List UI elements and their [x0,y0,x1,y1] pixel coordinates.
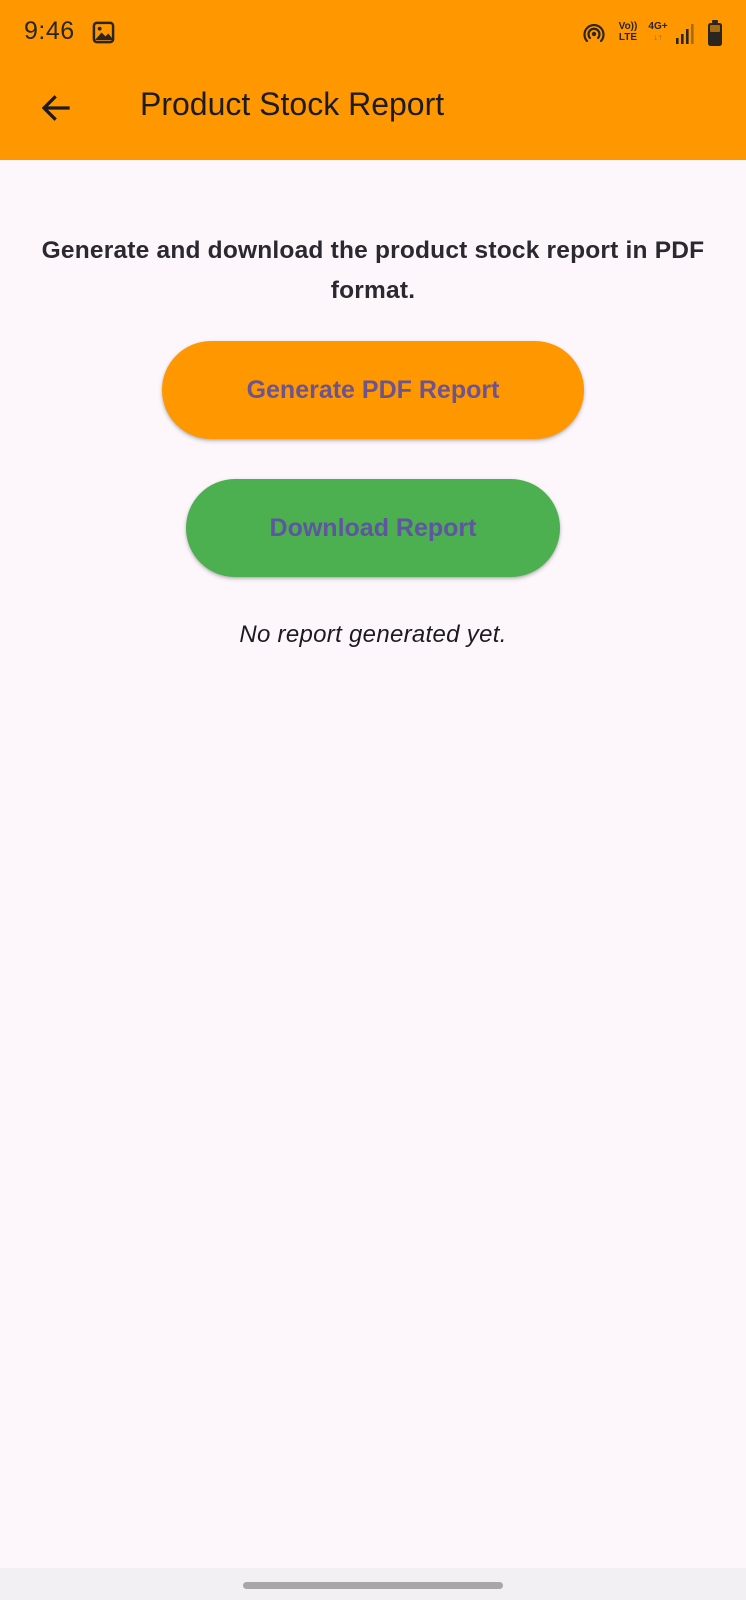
volte-bottom-label: LTE [618,32,638,43]
volte-icon: Vo)) LTE [617,21,639,47]
page-title: Product Stock Report [140,86,445,122]
arrow-back-icon [41,95,70,121]
app-bar: Product Stock Report [0,64,746,160]
gesture-nav-bar [0,1568,746,1600]
generate-pdf-button[interactable]: Generate PDF Report [162,341,584,439]
status-bar: 9:46 Vo)) LTE 4G+ ↓↑ [0,0,746,64]
home-indicator[interactable] [243,1582,503,1589]
download-report-button[interactable]: Download Report [186,479,560,577]
volte-top-label: Vo)) [618,21,638,32]
header: 9:46 Vo)) LTE 4G+ ↓↑ Product Stock Repor… [0,0,746,160]
network-type-label: 4G+ [648,21,668,32]
signal-icon [676,24,694,44]
status-time: 9:46 [24,17,75,45]
report-description: Generate and download the product stock … [41,237,705,304]
battery-icon [708,20,722,46]
gallery-icon [92,21,115,44]
screen: 9:46 Vo)) LTE 4G+ ↓↑ Product Stock Repor… [0,0,746,1600]
report-status-text: No report generated yet. [239,621,507,648]
main-content: Generate and download the product stock … [0,160,746,649]
network-arrows-icon: ↓↑ [653,32,663,42]
back-button[interactable] [28,80,84,136]
hotspot-icon [583,23,605,43]
network-icon: 4G+ ↓↑ [647,21,669,47]
